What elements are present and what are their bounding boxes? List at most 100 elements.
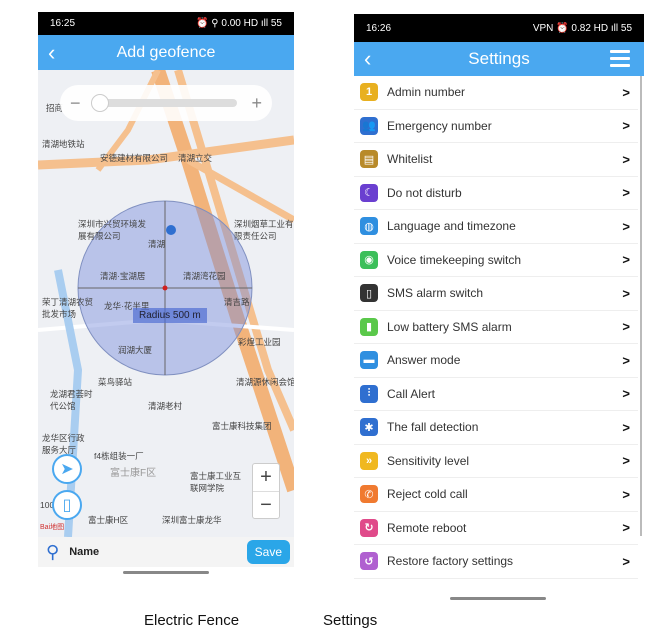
settings-item-call-alert[interactable]: ⫶ Call Alert > — [354, 378, 638, 411]
settings-item-label: Restore factory settings — [387, 554, 514, 569]
chevron-right-icon: > — [622, 84, 630, 100]
map-label: 清湖·宝湖居 — [100, 271, 146, 281]
map-zoom-out-button[interactable]: − — [253, 492, 279, 519]
name-field[interactable]: Name — [69, 546, 99, 558]
name-bar: ⚲ Name Save — [38, 537, 294, 567]
settings-item-label: Answer mode — [387, 353, 461, 368]
chevron-right-icon: > — [622, 352, 630, 368]
header: ‹ Add geofence — [38, 35, 294, 70]
chevron-right-icon: > — [622, 386, 630, 402]
status-icons: ⏰ ⚲ 0.00 HD ıll 55 — [196, 18, 282, 29]
settings-item-label: Emergency number — [387, 118, 492, 133]
map-label: 富士康H区 — [88, 515, 129, 525]
map-label: 清湖地铁站 — [42, 139, 85, 149]
phone-icon: ▯ — [62, 497, 72, 514]
caption-settings: Settings — [323, 612, 378, 629]
status-time: 16:25 — [50, 18, 76, 29]
map-zoom-controls: + − — [252, 463, 280, 519]
page-title: Settings — [468, 49, 530, 68]
save-button[interactable]: Save — [246, 540, 290, 564]
chevron-right-icon: > — [622, 185, 630, 201]
settings-item-label: Whitelist — [387, 152, 433, 167]
settings-item-sms-alarm-switch[interactable]: ▯ SMS alarm switch > — [354, 277, 638, 311]
settings-item-label: Remote reboot — [387, 520, 467, 535]
locate-button[interactable]: ➤ — [52, 454, 82, 484]
moon-icon: ☾ — [360, 183, 378, 202]
chevron-right-icon: > — [622, 151, 630, 167]
settings-item-the-fall-detection[interactable]: ✱ The fall detection > — [354, 411, 638, 445]
settings-item-remote-reboot[interactable]: ↻ Remote reboot > — [354, 512, 638, 545]
map-label: 富士康科技集团 — [212, 421, 272, 431]
map-label: 清湖立交 — [178, 153, 213, 163]
chevron-right-icon: > — [622, 218, 630, 234]
chevron-right-icon: > — [622, 453, 630, 469]
equalizer-icon: ⫶ — [360, 384, 378, 403]
reject-call-icon: ✆ — [360, 485, 378, 504]
admin-number-icon: 1 — [360, 83, 378, 102]
map-label: 龙湖君荟时代公馆 — [50, 389, 93, 411]
chevron-right-icon: > — [622, 520, 630, 536]
header: ‹ Settings — [354, 42, 644, 76]
settings-item-sensitivity-level[interactable]: » Sensitivity level > — [354, 445, 638, 478]
settings-item-answer-mode[interactable]: ▬ Answer mode > — [354, 344, 638, 378]
settings-item-language-and-timezone[interactable]: ◍ Language and timezone > — [354, 210, 638, 244]
settings-item-restore-factory-settings[interactable]: ↺ Restore factory settings > — [354, 545, 638, 579]
reboot-icon: ↻ — [360, 518, 378, 537]
settings-item-label: Admin number — [387, 85, 466, 100]
slider-handle[interactable] — [90, 94, 109, 112]
navigation-arrow-icon: ➤ — [60, 461, 74, 478]
map-label: 润湖大厦 — [118, 345, 153, 355]
map-label: 清湖老村 — [148, 401, 183, 411]
map-label: f4栋组装一厂 — [94, 451, 144, 461]
list-menu-icon[interactable] — [610, 50, 630, 68]
settings-item-label: Call Alert — [387, 386, 436, 401]
settings-screen: 16:26 VPN ⏰ 0.82 HD ıll 55 ‹ Settings 1A… — [354, 14, 644, 604]
caption-electric-fence: Electric Fence — [144, 612, 240, 629]
settings-item-label: SMS alarm switch — [387, 286, 484, 301]
decrease-radius-button[interactable]: − — [70, 93, 81, 114]
fall-icon: ✱ — [360, 418, 378, 437]
settings-item-do-not-disturb[interactable]: ☾ Do not disturb > — [354, 177, 638, 210]
settings-item-emergency-number[interactable]: 👥 Emergency number > — [354, 110, 638, 143]
status-bar: 16:26 VPN ⏰ 0.82 HD ıll 55 — [354, 14, 644, 42]
settings-item-label: Do not disturb — [387, 185, 462, 200]
chevron-right-icon: > — [622, 319, 630, 335]
map-label: 清湖 — [148, 239, 166, 249]
geofence-screen: 16:25 ⏰ ⚲ 0.00 HD ıll 55 ‹ Add geofence … — [38, 12, 294, 574]
settings-item-label: Reject cold call — [387, 487, 468, 502]
map-view[interactable]: 招商 清湖地铁站 安德建材有限公司 清湖立交 深圳市兴贸环境发展有限公司 清湖 … — [38, 70, 294, 537]
map-label: 清吉路 — [224, 297, 250, 307]
battery-icon: ▮ — [360, 317, 378, 336]
status-icons: VPN ⏰ 0.82 HD ıll 55 — [532, 22, 632, 34]
scrollbar[interactable] — [640, 76, 642, 536]
chevron-right-icon: > — [622, 486, 630, 502]
map-logo: Bai地图 — [40, 524, 65, 531]
settings-item-whitelist[interactable]: ▤ Whitelist > — [354, 143, 638, 177]
settings-item-label: Low battery SMS alarm — [387, 319, 512, 334]
map-label: 彩煌工业园 — [238, 337, 281, 347]
settings-list: 1 Admin number > 👥 Emergency number > ▤ Whiteli… — [354, 76, 644, 579]
increase-radius-button[interactable]: + — [251, 93, 262, 114]
settings-item-label: Sensitivity level — [387, 453, 470, 468]
map-label: 安德建材有限公司 — [100, 153, 169, 163]
settings-item-reject-cold-call[interactable]: ✆ Reject cold call > — [354, 478, 638, 512]
settings-item-admin-number[interactable]: 1 Admin number > — [354, 76, 638, 110]
settings-item-label: Voice timekeeping switch — [387, 252, 522, 267]
settings-item-label: Language and timezone — [387, 219, 516, 234]
back-button[interactable]: ‹ — [48, 40, 55, 66]
restore-icon: ↺ — [360, 552, 378, 571]
globe-icon: ◍ — [360, 217, 378, 236]
status-bar: 16:25 ⏰ ⚲ 0.00 HD ıll 55 — [38, 12, 294, 35]
location-pin-icon: ⚲ — [46, 541, 60, 562]
settings-item-low-battery-sms-alarm[interactable]: ▮ Low battery SMS alarm > — [354, 311, 638, 344]
map-zoom-in-button[interactable]: + — [253, 464, 279, 492]
map-label: 菜鸟驿站 — [98, 377, 133, 387]
map-label: 富士康工业互联网学院 — [190, 471, 242, 493]
status-time: 16:26 — [366, 22, 392, 34]
device-location-button[interactable]: ▯ — [52, 490, 82, 520]
home-indicator — [450, 597, 546, 600]
settings-item-voice-timekeeping-switch[interactable]: ◉ Voice timekeeping switch > — [354, 244, 638, 277]
radius-slider[interactable] — [90, 94, 238, 112]
back-button[interactable]: ‹ — [364, 46, 371, 72]
map-label: 深圳市兴贸环境发展有限公司 — [78, 219, 147, 241]
